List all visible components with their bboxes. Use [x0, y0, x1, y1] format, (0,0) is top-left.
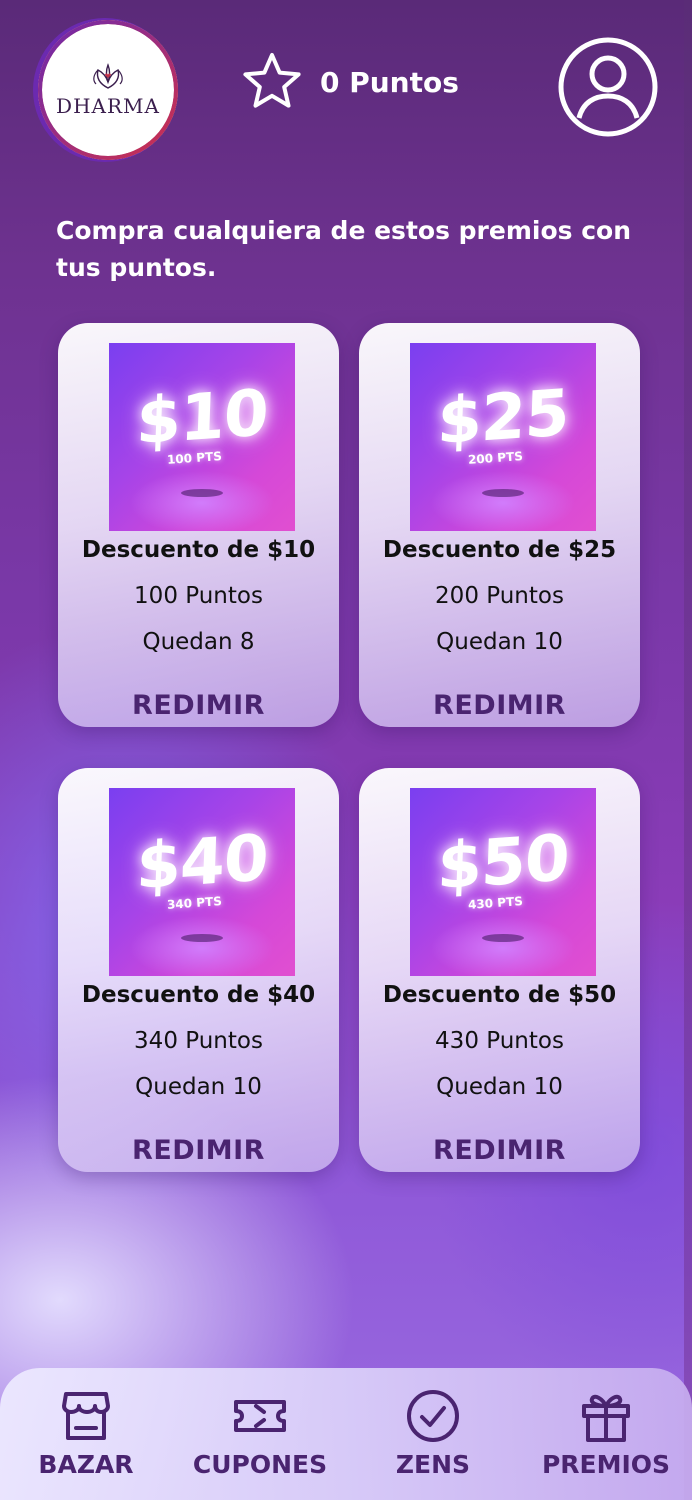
reward-image-shadow — [482, 489, 524, 497]
reward-stock: Quedan 10 — [436, 629, 563, 655]
reward-image-amount: $40 — [135, 821, 269, 905]
dharma-logo[interactable]: DHARMA — [38, 20, 178, 160]
nav-label: ZENS — [395, 1450, 471, 1479]
reward-stock: Quedan 10 — [135, 1074, 262, 1100]
nav-item-bazar[interactable]: BAZAR — [6, 1388, 166, 1498]
redeem-button[interactable]: REDIMIR — [98, 687, 299, 723]
store-icon — [62, 1392, 110, 1440]
nav-label: CUPONES — [192, 1450, 328, 1479]
reward-title: Descuento de $50 — [382, 982, 617, 1008]
reward-image-amount: $25 — [436, 376, 570, 460]
nav-item-zens[interactable]: ZENS — [353, 1388, 513, 1498]
nav-label: PREMIOS — [541, 1450, 671, 1479]
reward-points: 100 Puntos — [134, 583, 263, 609]
logo-text: DHARMA — [56, 94, 160, 118]
nav-label: BAZAR — [38, 1450, 134, 1479]
reward-card: $10 100 PTS Descuento de $10 100 Puntos … — [58, 323, 339, 727]
reward-points: 430 Puntos — [435, 1028, 564, 1054]
profile-button[interactable] — [557, 36, 659, 138]
star-icon — [243, 53, 301, 108]
reward-image-amount: $10 — [135, 376, 269, 460]
reward-title: Descuento de $25 — [382, 537, 617, 563]
ticket-icon — [234, 1400, 286, 1432]
reward-image-pts: 200 PTS — [467, 449, 524, 467]
redeem-button[interactable]: REDIMIR — [399, 1132, 600, 1168]
user-icon — [558, 37, 658, 137]
reward-image-shadow — [181, 934, 223, 942]
gift-icon — [582, 1394, 630, 1442]
reward-card: $25 200 PTS Descuento de $25 200 Puntos … — [359, 323, 640, 727]
reward-title: Descuento de $10 — [81, 537, 316, 563]
reward-image-pts: 430 PTS — [467, 894, 524, 912]
intro-text: Compra cualquiera de estos premios con t… — [56, 216, 631, 282]
reward-image: $40 340 PTS — [109, 788, 295, 976]
reward-title: Descuento de $40 — [81, 982, 316, 1008]
edge-strip — [684, 0, 692, 1500]
reward-image-pts: 340 PTS — [166, 894, 223, 912]
reward-image: $25 200 PTS — [410, 343, 596, 531]
reward-stock: Quedan 10 — [436, 1074, 563, 1100]
check-circle-icon — [407, 1390, 459, 1442]
nav-item-cupones[interactable]: CUPONES — [180, 1388, 340, 1498]
points-display[interactable]: 0 Puntos — [240, 50, 459, 114]
reward-card: $50 430 PTS Descuento de $50 430 Puntos … — [359, 768, 640, 1172]
reward-image-pts: 100 PTS — [166, 449, 223, 467]
bottom-nav: BAZAR CUPONES ZENS PREMIOS — [0, 1368, 692, 1500]
reward-image: $50 430 PTS — [410, 788, 596, 976]
lotus-icon — [93, 63, 123, 89]
reward-image-shadow — [181, 489, 223, 497]
reward-stock: Quedan 8 — [142, 629, 255, 655]
reward-points: 200 Puntos — [435, 583, 564, 609]
logo-inner: DHARMA — [43, 25, 173, 155]
reward-points: 340 Puntos — [134, 1028, 263, 1054]
nav-item-premios[interactable]: PREMIOS — [526, 1388, 686, 1498]
redeem-button[interactable]: REDIMIR — [98, 1132, 299, 1168]
points-label: 0 Puntos — [320, 65, 459, 99]
reward-image-amount: $50 — [436, 821, 570, 905]
reward-image-shadow — [482, 934, 524, 942]
reward-image: $10 100 PTS — [109, 343, 295, 531]
redeem-button[interactable]: REDIMIR — [399, 687, 600, 723]
reward-card: $40 340 PTS Descuento de $40 340 Puntos … — [58, 768, 339, 1172]
